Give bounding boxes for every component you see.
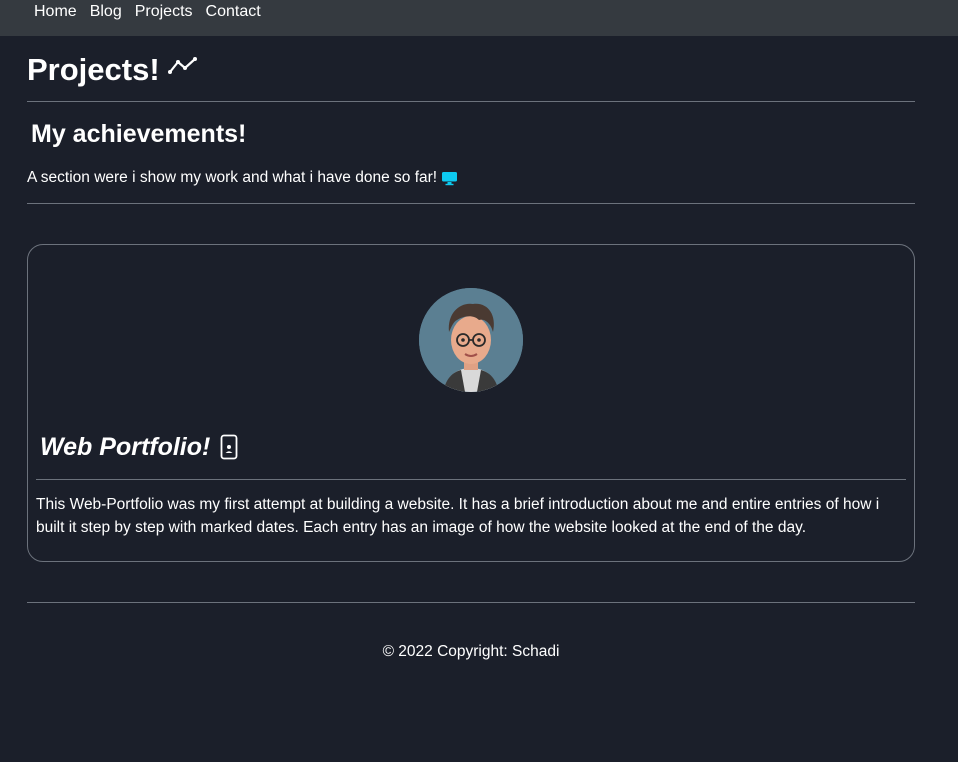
section-description: A section were i show my work and what i… [27, 168, 458, 188]
card-title: Web Portfolio! [40, 431, 238, 463]
page-title-text: Projects! [27, 52, 160, 87]
page-title: Projects! [27, 52, 198, 88]
avatar [419, 288, 523, 392]
nav-link-blog[interactable]: Blog [90, 3, 122, 21]
card-description: This Web-Portfolio was my first attempt … [36, 496, 880, 536]
card-title-text: Web Portfolio! [40, 433, 211, 461]
nav-link-projects[interactable]: Projects [135, 3, 193, 21]
section-description-text: A section were i show my work and what i… [27, 169, 438, 186]
project-card: Web Portfolio! This Web-Portfolio was my… [27, 244, 915, 562]
display-icon [442, 171, 458, 185]
nav-link-contact[interactable]: Contact [206, 3, 261, 21]
chart-line-icon [167, 57, 197, 74]
navbar: Home Blog Projects Contact [0, 0, 958, 36]
footer-copyright: © 2022 Copyright: Schadi [382, 643, 560, 660]
footer-divider [27, 602, 915, 603]
nav-link-home[interactable]: Home [34, 3, 77, 21]
section-divider [27, 203, 915, 204]
section-title: My achievements! [31, 120, 247, 148]
card-divider [36, 479, 906, 480]
phone-icon [220, 434, 238, 460]
header-divider [27, 101, 915, 102]
